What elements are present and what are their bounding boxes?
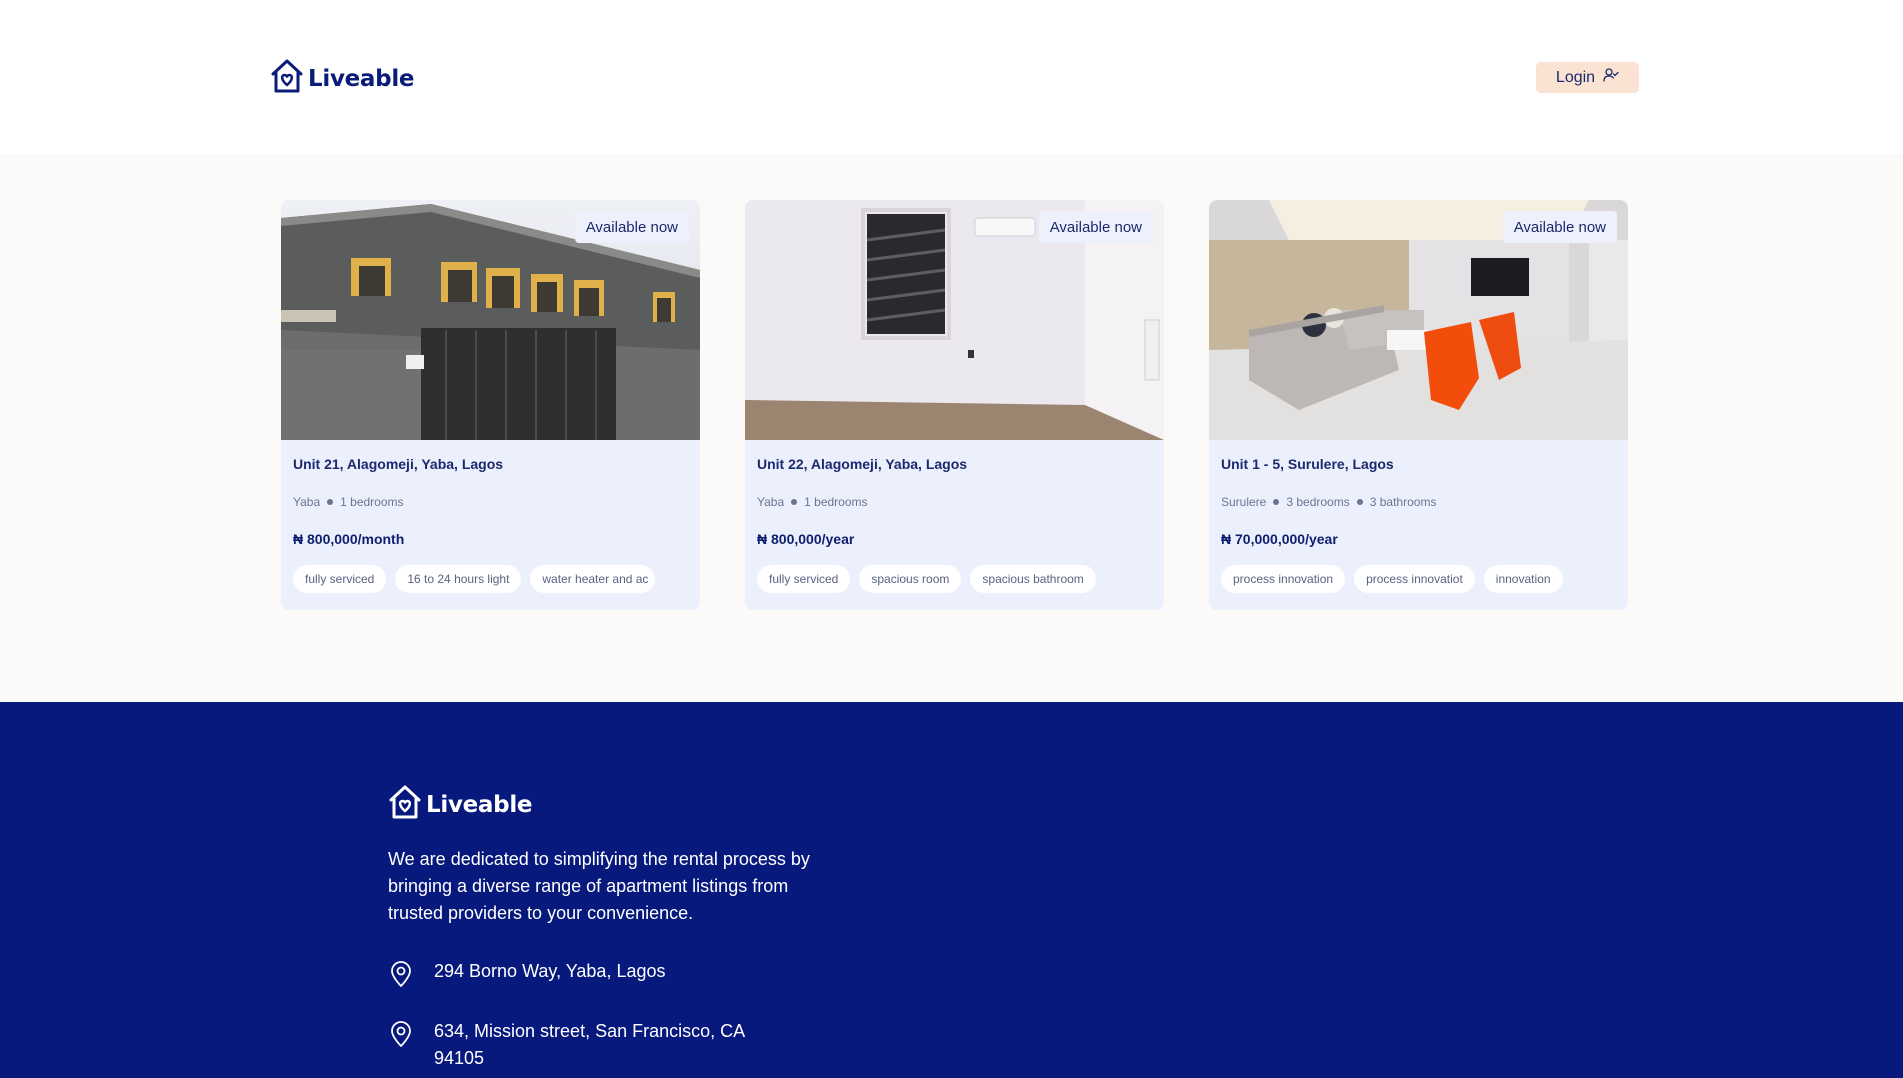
listing-card[interactable]: Available now Unit 1 - 5, Surulere, Lago… [1209,200,1628,610]
listing-photo[interactable]: Available now [745,200,1164,440]
availability-badge: Available now [1502,211,1617,243]
address-item: 294 Borno Way, Yaba, Lagos [388,958,754,993]
availability-badge: Available now [1038,211,1153,243]
listing-title[interactable]: Unit 21, Alagomeji, Yaba, Lagos [293,456,503,472]
listing-bedrooms: 3 bedrooms [1286,495,1350,509]
feature-tag: process innovation [1221,565,1346,593]
listing-bedrooms: 1 bedrooms [804,495,868,509]
separator-dot [791,499,798,505]
footer-description: We are dedicated to simplifying the rent… [388,849,810,923]
feature-tag: fully serviced [757,565,851,593]
listing-price: ₦ 800,000/year [757,531,855,547]
address-item: 634, Mission street, San Francisco, CA 9… [388,1018,754,1072]
listing-area: Yaba [757,495,785,509]
feature-tag: spacious bathroom [970,565,1096,593]
feature-tag: process innovatiot [1354,565,1475,593]
user-check-icon [1603,67,1619,88]
house-heart-icon [388,784,422,825]
house-heart-icon [270,58,304,99]
location-pin-icon [388,960,414,993]
footer-brand-logo[interactable]: Liveable [388,784,533,825]
listing-bathrooms: 3 bathrooms [1369,495,1437,509]
feature-tag: innovation [1483,565,1563,593]
listing-photo[interactable]: Available now [281,200,700,440]
login-label: Login [1555,68,1596,86]
site-header: Liveable Login [0,0,1903,154]
listing-card[interactable]: Available now Unit 22, Alagomeji, Yaba, … [745,200,1164,610]
listing-meta: Surulere 3 bedrooms 3 bathrooms [1221,495,1436,509]
listing-price: ₦ 800,000/month [293,531,405,547]
listing-title[interactable]: Unit 1 - 5, Surulere, Lagos [1221,456,1394,472]
listings-section: Available now Unit 21, Alagomeji, Yaba, … [0,154,1903,702]
brand-logo[interactable]: Liveable [270,58,415,99]
feature-tag: fully serviced [293,565,387,593]
listing-title[interactable]: Unit 22, Alagomeji, Yaba, Lagos [757,456,967,472]
listing-meta: Yaba 1 bedrooms [293,495,404,509]
listing-tags: fully serviced 16 to 24 hours light wate… [293,565,656,593]
site-footer: Liveable We are dedicated to simplifying… [0,702,1903,1078]
listing-tags: fully serviced spacious room spacious ba… [757,565,1096,593]
listing-price: ₦ 70,000,000/year [1221,531,1338,547]
availability-badge: Available now [574,211,689,243]
listing-area: Surulere [1221,495,1267,509]
listing-tags: process innovation process innovatiot in… [1221,565,1563,593]
feature-tag: 16 to 24 hours light [395,565,522,593]
brand-name: Liveable [308,65,415,92]
footer-brand-name: Liveable [426,791,533,818]
listing-card[interactable]: Available now Unit 21, Alagomeji, Yaba, … [281,200,700,610]
separator-dot [1356,499,1363,505]
separator-dot [327,499,334,505]
listing-photo[interactable]: Available now [1209,200,1628,440]
location-pin-icon [388,1020,414,1053]
listing-meta: Yaba 1 bedrooms [757,495,868,509]
listing-bedrooms: 1 bedrooms [340,495,404,509]
feature-tag: spacious room [859,565,962,593]
address-text: 634, Mission street, San Francisco, CA 9… [434,1021,745,1068]
address-text: 294 Borno Way, Yaba, Lagos [434,961,666,981]
feature-tag: water heater and ac [530,565,656,593]
listing-area: Yaba [293,495,321,509]
login-button[interactable]: Login [1536,62,1639,93]
separator-dot [1273,499,1280,505]
